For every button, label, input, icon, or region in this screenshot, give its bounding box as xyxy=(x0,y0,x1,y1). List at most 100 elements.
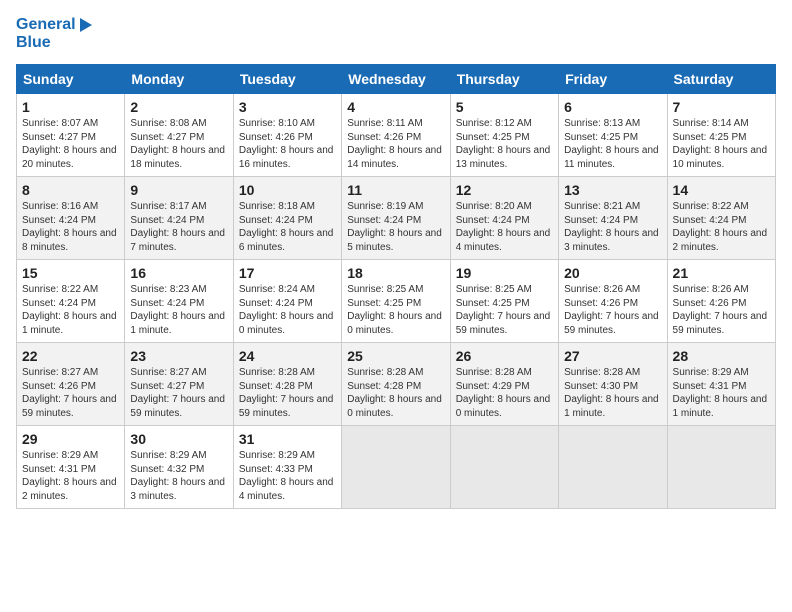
day-number: 16 xyxy=(130,265,227,281)
calendar-header-row: SundayMondayTuesdayWednesdayThursdayFrid… xyxy=(17,65,776,94)
day-header-sunday: Sunday xyxy=(17,65,125,94)
calendar-cell: 13Sunrise: 8:21 AMSunset: 4:24 PMDayligh… xyxy=(559,177,667,260)
day-number: 25 xyxy=(347,348,444,364)
day-number: 19 xyxy=(456,265,553,281)
day-number: 5 xyxy=(456,99,553,115)
day-number: 29 xyxy=(22,431,119,447)
calendar-cell: 29 Sunrise: 8:29 AMSunset: 4:31 PMDayligh… xyxy=(17,426,125,509)
calendar-cell: 25 Sunrise: 8:28 AMSunset: 4:28 PMDayligh… xyxy=(342,343,450,426)
day-number: 21 xyxy=(673,265,770,281)
day-info: Sunrise: 8:23 AMSunset: 4:24 PMDaylight:… xyxy=(130,283,227,337)
calendar-body: 1 Sunrise: 8:07 AMSunset: 4:27 PMDaylight… xyxy=(17,94,776,509)
day-info: Sunrise: 8:28 AMSunset: 4:29 PMDaylight:… xyxy=(456,366,553,420)
calendar-cell: 9 Sunrise: 8:17 AMSunset: 4:24 PMDaylight… xyxy=(125,177,233,260)
day-info: Sunrise: 8:28 AMSunset: 4:28 PMDaylight:… xyxy=(347,366,444,420)
day-number: 15 xyxy=(22,265,119,281)
calendar-cell: 2 Sunrise: 8:08 AMSunset: 4:27 PMDaylight… xyxy=(125,94,233,177)
calendar-cell: 1 Sunrise: 8:07 AMSunset: 4:27 PMDaylight… xyxy=(17,94,125,177)
day-info: Sunrise: 8:22 AMSunset: 4:24 PMDaylight:… xyxy=(673,200,770,254)
calendar-cell: 28 Sunrise: 8:29 AMSunset: 4:31 PMDayligh… xyxy=(667,343,775,426)
day-number: 11 xyxy=(347,182,444,198)
day-number: 18 xyxy=(347,265,444,281)
day-number: 24 xyxy=(239,348,336,364)
logo-line1: General xyxy=(16,16,92,34)
calendar-cell: 4Sunrise: 8:11 AMSunset: 4:26 PMDaylight… xyxy=(342,94,450,177)
day-number: 23 xyxy=(130,348,227,364)
day-info: Sunrise: 8:29 AMSunset: 4:31 PMDaylight:… xyxy=(22,449,119,503)
calendar-cell: 26 Sunrise: 8:28 AMSunset: 4:29 PMDayligh… xyxy=(450,343,558,426)
calendar-cell: 16 Sunrise: 8:23 AMSunset: 4:24 PMDayligh… xyxy=(125,260,233,343)
calendar-cell: 17 Sunrise: 8:24 AMSunset: 4:24 PMDayligh… xyxy=(233,260,341,343)
day-info: Sunrise: 8:11 AMSunset: 4:26 PMDaylight:… xyxy=(347,117,444,171)
calendar-cell: 7Sunrise: 8:14 AMSunset: 4:25 PMDaylight… xyxy=(667,94,775,177)
calendar-cell xyxy=(342,426,450,509)
calendar-cell: 27 Sunrise: 8:28 AMSunset: 4:30 PMDayligh… xyxy=(559,343,667,426)
calendar-cell: 15 Sunrise: 8:22 AMSunset: 4:24 PMDayligh… xyxy=(17,260,125,343)
day-number: 20 xyxy=(564,265,661,281)
day-number: 17 xyxy=(239,265,336,281)
logo: General Blue xyxy=(16,16,92,52)
calendar-cell: 24 Sunrise: 8:28 AMSunset: 4:28 PMDayligh… xyxy=(233,343,341,426)
day-number: 26 xyxy=(456,348,553,364)
calendar-cell: 8 Sunrise: 8:16 AMSunset: 4:24 PMDaylight… xyxy=(17,177,125,260)
day-header-monday: Monday xyxy=(125,65,233,94)
day-header-saturday: Saturday xyxy=(667,65,775,94)
day-number: 27 xyxy=(564,348,661,364)
calendar-cell xyxy=(450,426,558,509)
day-info: Sunrise: 8:27 AMSunset: 4:26 PMDaylight:… xyxy=(22,366,119,420)
day-number: 1 xyxy=(22,99,119,115)
calendar-week-5: 29 Sunrise: 8:29 AMSunset: 4:31 PMDayligh… xyxy=(17,426,776,509)
calendar-cell: 6Sunrise: 8:13 AMSunset: 4:25 PMDaylight… xyxy=(559,94,667,177)
day-info: Sunrise: 8:25 AMSunset: 4:25 PMDaylight:… xyxy=(456,283,553,337)
day-info: Sunrise: 8:29 AMSunset: 4:33 PMDaylight:… xyxy=(239,449,336,503)
calendar-week-1: 1 Sunrise: 8:07 AMSunset: 4:27 PMDaylight… xyxy=(17,94,776,177)
day-header-friday: Friday xyxy=(559,65,667,94)
page-header: General Blue xyxy=(16,16,776,52)
day-info: Sunrise: 8:28 AMSunset: 4:28 PMDaylight:… xyxy=(239,366,336,420)
day-info: Sunrise: 8:27 AMSunset: 4:27 PMDaylight:… xyxy=(130,366,227,420)
calendar-cell: 19 Sunrise: 8:25 AMSunset: 4:25 PMDayligh… xyxy=(450,260,558,343)
calendar-cell: 30Sunrise: 8:29 AMSunset: 4:32 PMDayligh… xyxy=(125,426,233,509)
day-info: Sunrise: 8:18 AMSunset: 4:24 PMDaylight:… xyxy=(239,200,336,254)
calendar-cell: 10 Sunrise: 8:18 AMSunset: 4:24 PMDayligh… xyxy=(233,177,341,260)
calendar-cell: 5Sunrise: 8:12 AMSunset: 4:25 PMDaylight… xyxy=(450,94,558,177)
calendar-cell: 18 Sunrise: 8:25 AMSunset: 4:25 PMDayligh… xyxy=(342,260,450,343)
day-number: 12 xyxy=(456,182,553,198)
day-info: Sunrise: 8:25 AMSunset: 4:25 PMDaylight:… xyxy=(347,283,444,337)
calendar-cell: 31Sunrise: 8:29 AMSunset: 4:33 PMDayligh… xyxy=(233,426,341,509)
calendar-week-2: 8 Sunrise: 8:16 AMSunset: 4:24 PMDaylight… xyxy=(17,177,776,260)
day-number: 22 xyxy=(22,348,119,364)
calendar-cell: 22 Sunrise: 8:27 AMSunset: 4:26 PMDayligh… xyxy=(17,343,125,426)
day-number: 28 xyxy=(673,348,770,364)
day-info: Sunrise: 8:14 AMSunset: 4:25 PMDaylight:… xyxy=(673,117,770,171)
day-info: Sunrise: 8:16 AMSunset: 4:24 PMDaylight:… xyxy=(22,200,119,254)
day-header-wednesday: Wednesday xyxy=(342,65,450,94)
day-info: Sunrise: 8:08 AMSunset: 4:27 PMDaylight:… xyxy=(130,117,227,171)
calendar-cell: 14Sunrise: 8:22 AMSunset: 4:24 PMDayligh… xyxy=(667,177,775,260)
calendar-cell: 23 Sunrise: 8:27 AMSunset: 4:27 PMDayligh… xyxy=(125,343,233,426)
logo-line2: Blue xyxy=(16,34,92,52)
day-number: 2 xyxy=(130,99,227,115)
day-info: Sunrise: 8:19 AMSunset: 4:24 PMDaylight:… xyxy=(347,200,444,254)
calendar-cell: 21Sunrise: 8:26 AMSunset: 4:26 PMDayligh… xyxy=(667,260,775,343)
day-info: Sunrise: 8:28 AMSunset: 4:30 PMDaylight:… xyxy=(564,366,661,420)
day-info: Sunrise: 8:07 AMSunset: 4:27 PMDaylight:… xyxy=(22,117,119,171)
day-info: Sunrise: 8:24 AMSunset: 4:24 PMDaylight:… xyxy=(239,283,336,337)
day-info: Sunrise: 8:22 AMSunset: 4:24 PMDaylight:… xyxy=(22,283,119,337)
calendar-cell: 20Sunrise: 8:26 AMSunset: 4:26 PMDayligh… xyxy=(559,260,667,343)
calendar-cell xyxy=(667,426,775,509)
day-number: 10 xyxy=(239,182,336,198)
calendar-week-3: 15 Sunrise: 8:22 AMSunset: 4:24 PMDayligh… xyxy=(17,260,776,343)
day-number: 9 xyxy=(130,182,227,198)
day-number: 8 xyxy=(22,182,119,198)
day-header-thursday: Thursday xyxy=(450,65,558,94)
day-number: 3 xyxy=(239,99,336,115)
day-number: 13 xyxy=(564,182,661,198)
calendar-cell xyxy=(559,426,667,509)
day-info: Sunrise: 8:29 AMSunset: 4:31 PMDaylight:… xyxy=(673,366,770,420)
calendar-cell: 12Sunrise: 8:20 AMSunset: 4:24 PMDayligh… xyxy=(450,177,558,260)
day-info: Sunrise: 8:17 AMSunset: 4:24 PMDaylight:… xyxy=(130,200,227,254)
calendar-table: SundayMondayTuesdayWednesdayThursdayFrid… xyxy=(16,64,776,509)
day-info: Sunrise: 8:13 AMSunset: 4:25 PMDaylight:… xyxy=(564,117,661,171)
calendar-week-4: 22 Sunrise: 8:27 AMSunset: 4:26 PMDayligh… xyxy=(17,343,776,426)
